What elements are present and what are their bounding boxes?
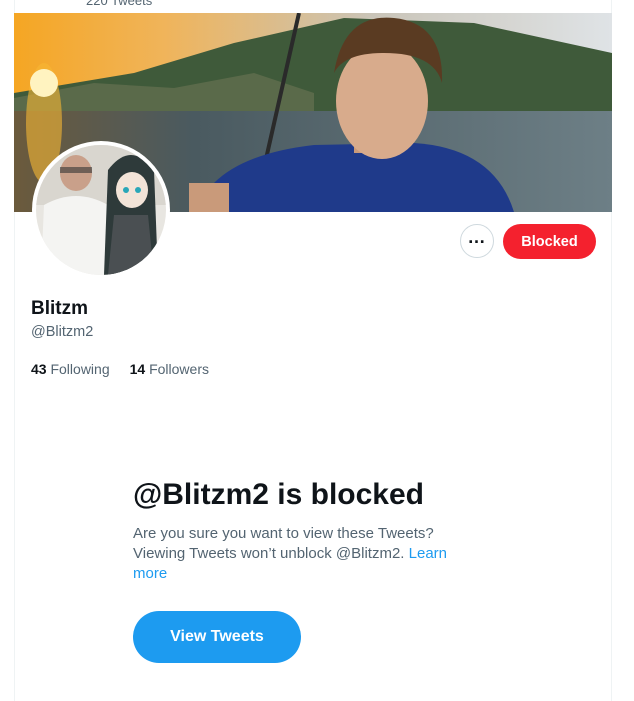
tweet-count: 220 Tweets: [86, 0, 153, 8]
profile-stats: 43 Following 14 Followers: [31, 361, 209, 377]
blocked-message: Are you sure you want to view these Twee…: [133, 525, 434, 562]
followers-link[interactable]: 14 Followers: [130, 361, 209, 377]
followers-label: Followers: [149, 361, 209, 377]
following-count: 43: [31, 361, 47, 377]
more-options-button[interactable]: …: [460, 224, 494, 258]
following-link[interactable]: 43 Following: [31, 361, 110, 377]
blocked-button[interactable]: Blocked: [503, 224, 596, 259]
followers-count: 14: [129, 361, 146, 377]
more-horizontal-icon: …: [467, 227, 487, 247]
blocked-title: @Blitzm2 is blocked: [133, 478, 424, 511]
following-label: Following: [50, 361, 110, 377]
view-tweets-button[interactable]: View Tweets: [133, 611, 301, 663]
profile-name: Blitzm: [31, 298, 88, 319]
blocked-message-container: Are you sure you want to view these Twee…: [133, 524, 473, 584]
profile-handle: @Blitzm2: [31, 324, 94, 340]
profile-avatar[interactable]: [32, 141, 170, 279]
avatar-image: [36, 145, 166, 275]
